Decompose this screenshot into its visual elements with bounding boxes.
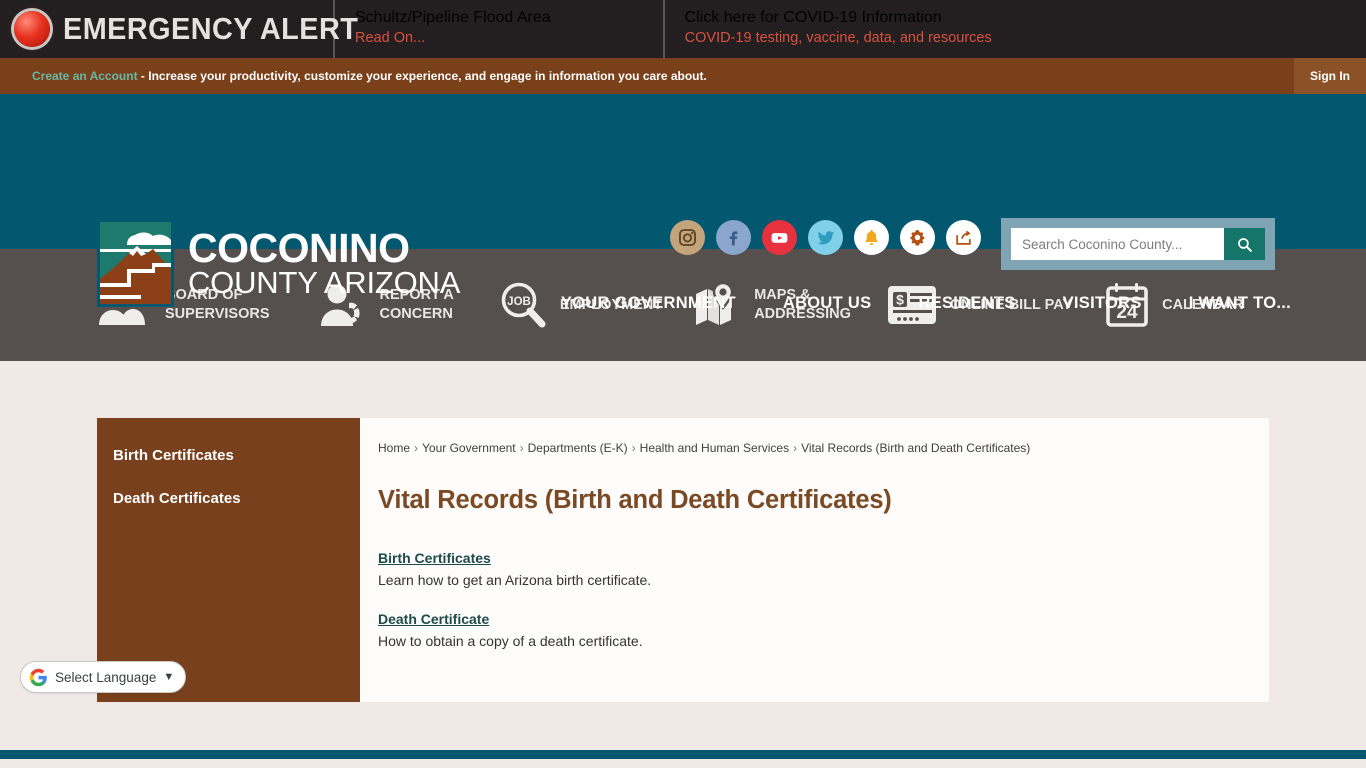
search-widget xyxy=(1001,218,1275,270)
alert-readon-link[interactable]: Read On... xyxy=(355,27,551,49)
chevron-down-icon: ▼ xyxy=(163,671,175,683)
share-icon[interactable] xyxy=(946,220,981,255)
nav-item-about-us[interactable]: ABOUT US xyxy=(783,294,872,313)
logo-title-line2: COUNTY ARIZONA xyxy=(188,264,461,300)
main-navigation: YOUR GOVERNMENT ABOUT US RESIDENTS VISIT… xyxy=(561,294,1291,313)
emergency-alert-badge: EMERGENCY ALERT xyxy=(0,0,358,58)
footer-bar xyxy=(0,750,1366,759)
instagram-icon[interactable] xyxy=(670,220,705,255)
twitter-icon[interactable] xyxy=(808,220,843,255)
breadcrumb-item-health-and-human-services[interactable]: Health and Human Services xyxy=(640,441,789,455)
sidebar-item-birth-certificates[interactable]: Birth Certificates xyxy=(97,434,360,477)
job-search-icon: JOB xyxy=(501,282,546,328)
content-row: Birth Certificates Death Certificates Ho… xyxy=(97,418,1269,702)
facebook-icon[interactable] xyxy=(716,220,751,255)
emergency-light-icon xyxy=(14,11,50,47)
site-header: COCONINO COUNTY ARIZONA Search Coconino … xyxy=(0,94,1366,312)
breadcrumb-separator: › xyxy=(793,441,798,455)
nav-item-visitors[interactable]: VISITORS xyxy=(1063,294,1142,313)
alert-subtitle: COVID-19 testing, vaccine, data, and res… xyxy=(684,30,992,46)
alert-item-flood[interactable]: Schultz/Pipeline Flood Area Read On... xyxy=(335,0,551,58)
search-button[interactable] xyxy=(1224,228,1265,260)
notify-me-bell-icon[interactable] xyxy=(854,220,889,255)
content-link-death-certificate[interactable]: Death Certificate xyxy=(378,611,489,627)
alert-title: Click here for COVID-19 Information xyxy=(684,9,942,26)
content-entry-birth-certificates: Birth Certificates Learn how to get an A… xyxy=(378,550,1243,590)
main-content-panel: Home › Your Government › Departments (E-K) › H… xyxy=(360,418,1269,702)
alert-item-covid[interactable]: Click here for COVID-19 Information COVI… xyxy=(662,0,992,58)
logo-title-line1: COCONINO xyxy=(188,224,410,271)
gear-icon[interactable] xyxy=(900,220,935,255)
section-sidebar: Birth Certificates Death Certificates xyxy=(97,418,360,702)
account-tagline: Create an Account - Increase your produc… xyxy=(0,69,707,83)
content-description: Learn how to get an Arizona birth certif… xyxy=(378,572,652,588)
content-entry-death-certificate: Death Certificate How to obtain a copy o… xyxy=(378,611,1243,651)
sign-in-button[interactable]: Sign In xyxy=(1294,58,1366,94)
google-translate-selector[interactable]: Select Language ▼ xyxy=(20,661,187,693)
content-link-birth-certificates[interactable]: Birth Certificates xyxy=(378,550,491,566)
create-account-link[interactable]: Create an Account xyxy=(32,69,138,83)
breadcrumb-item-your-government[interactable]: Your Government xyxy=(422,441,516,455)
nav-item-i-want-to[interactable]: I WANT TO... xyxy=(1189,294,1291,313)
google-g-icon xyxy=(29,668,47,686)
page-title: Vital Records (Birth and Death Certifica… xyxy=(378,486,892,514)
emergency-alert-bar: EMERGENCY ALERT Schultz/Pipeline Flood A… xyxy=(0,0,1366,58)
social-icon-bar xyxy=(670,220,981,255)
coconino-mountain-logo-icon xyxy=(97,219,174,307)
breadcrumb-separator: › xyxy=(414,441,419,455)
youtube-icon[interactable] xyxy=(762,220,797,255)
search-icon xyxy=(1238,237,1252,252)
account-bar: Create an Account - Increase your produc… xyxy=(0,58,1366,94)
breadcrumb-item-departments[interactable]: Departments (E-K) xyxy=(528,441,628,455)
breadcrumb-separator: › xyxy=(631,441,636,455)
page-body: Birth Certificates Death Certificates Ho… xyxy=(0,361,1366,759)
breadcrumb-separator: › xyxy=(519,441,524,455)
emergency-alert-label: EMERGENCY ALERT xyxy=(63,11,359,46)
account-tagline-text: - Increase your productivity, customize … xyxy=(137,69,707,83)
google-translate-label: Select Language xyxy=(55,669,157,685)
breadcrumb-item-home[interactable]: Home xyxy=(378,441,410,455)
search-input[interactable] xyxy=(1011,228,1224,260)
svg-text:JOB: JOB xyxy=(507,296,531,308)
nav-item-residents[interactable]: RESIDENTS xyxy=(918,294,1015,313)
sidebar-item-death-certificates[interactable]: Death Certificates xyxy=(97,477,360,520)
nav-item-your-government[interactable]: YOUR GOVERNMENT xyxy=(561,294,736,313)
breadcrumb-item-vital-records[interactable]: Vital Records (Birth and Death Certifica… xyxy=(801,441,1030,455)
alert-title: Schultz/Pipeline Flood Area xyxy=(355,9,551,26)
breadcrumb: Home › Your Government › Departments (E-K) › H… xyxy=(378,441,1243,455)
site-logo[interactable]: COCONINO COUNTY ARIZONA xyxy=(97,219,460,307)
content-description: How to obtain a copy of a death certific… xyxy=(378,633,643,649)
